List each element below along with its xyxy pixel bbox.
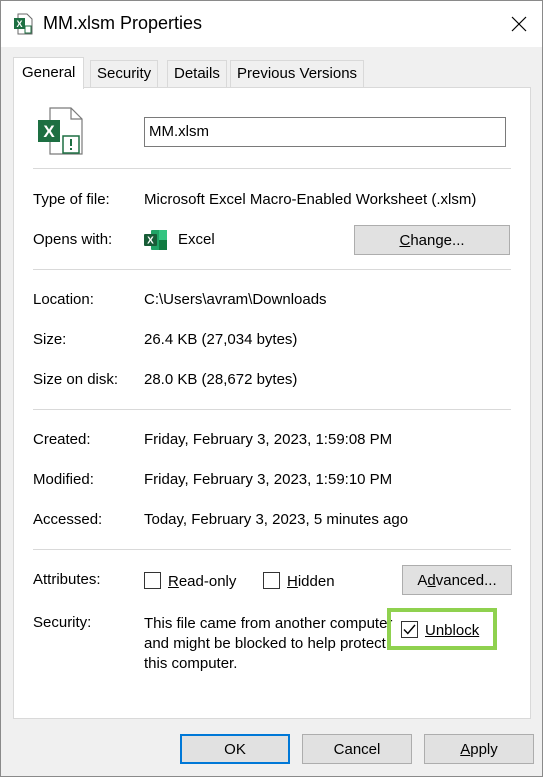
excel-app-icon: X bbox=[144, 230, 167, 250]
change-button[interactable]: Change... bbox=[354, 225, 510, 255]
size-label: Size: bbox=[33, 331, 67, 348]
accessed-value: Today, February 3, 2023, 5 minutes ago bbox=[144, 511, 409, 528]
security-label: Security: bbox=[33, 614, 92, 631]
advanced-button[interactable]: Ad vanced... bbox=[402, 565, 512, 595]
attributes-label: Attributes: bbox=[33, 571, 101, 588]
type-of-file-value: Microsoft Excel Macro-Enabled Worksheet … bbox=[144, 191, 477, 208]
readonly-label[interactable]: Read-only bbox=[168, 573, 236, 590]
title-bar: X MM.xlsm Properties bbox=[1, 1, 542, 47]
location-value: C:\Users\avram\Downloads bbox=[144, 291, 327, 308]
unblock-checkbox[interactable] bbox=[401, 621, 418, 638]
close-button[interactable] bbox=[496, 1, 542, 47]
type-of-file-label: Type of file: bbox=[33, 191, 110, 208]
unblock-label[interactable]: Unblock bbox=[425, 622, 479, 639]
tab-general[interactable]: General bbox=[13, 57, 85, 89]
created-label: Created: bbox=[33, 431, 91, 448]
size-value: 26.4 KB (27,034 bytes) bbox=[144, 331, 298, 348]
cancel-button[interactable]: Cancel bbox=[302, 734, 412, 764]
ok-button[interactable]: OK bbox=[180, 734, 290, 764]
separator bbox=[33, 409, 511, 410]
hidden-label[interactable]: Hidden bbox=[287, 573, 335, 590]
properties-dialog: X MM.xlsm Properties General Security De… bbox=[0, 0, 543, 777]
svg-text:X: X bbox=[147, 236, 154, 247]
general-panel: X MM.xlsm Type of file: Microsoft Excel … bbox=[13, 87, 531, 719]
opens-with-value: Excel bbox=[178, 231, 215, 248]
separator bbox=[33, 168, 511, 169]
tab-previous-versions[interactable]: Previous Versions bbox=[230, 60, 365, 87]
created-value: Friday, February 3, 2023, 1:59:08 PM bbox=[144, 431, 393, 448]
excel-file-icon: X bbox=[14, 13, 33, 35]
readonly-checkbox[interactable] bbox=[144, 572, 161, 589]
modified-label: Modified: bbox=[33, 471, 94, 488]
size-on-disk-value: 28.0 KB (28,672 bytes) bbox=[144, 371, 298, 388]
size-on-disk-label: Size on disk: bbox=[33, 371, 119, 388]
separator bbox=[33, 549, 511, 550]
opens-with-label: Opens with: bbox=[33, 231, 113, 248]
hidden-checkbox[interactable] bbox=[263, 572, 280, 589]
location-label: Location: bbox=[33, 291, 94, 308]
security-message: This file came from another computer and… bbox=[144, 615, 393, 672]
file-name-input[interactable]: MM.xlsm bbox=[144, 117, 506, 147]
svg-text:X: X bbox=[16, 19, 22, 29]
tab-details[interactable]: Details bbox=[167, 60, 227, 87]
svg-text:X: X bbox=[43, 122, 55, 141]
checkmark-icon bbox=[403, 624, 416, 635]
tab-security[interactable]: Security bbox=[90, 60, 159, 87]
window-title: MM.xlsm Properties bbox=[43, 13, 203, 33]
separator bbox=[33, 269, 511, 270]
accessed-label: Accessed: bbox=[33, 511, 103, 528]
excel-macro-file-icon: X bbox=[38, 107, 83, 155]
modified-value: Friday, February 3, 2023, 1:59:10 PM bbox=[144, 471, 393, 488]
apply-button[interactable]: Apply bbox=[424, 734, 534, 764]
close-icon bbox=[511, 16, 527, 32]
